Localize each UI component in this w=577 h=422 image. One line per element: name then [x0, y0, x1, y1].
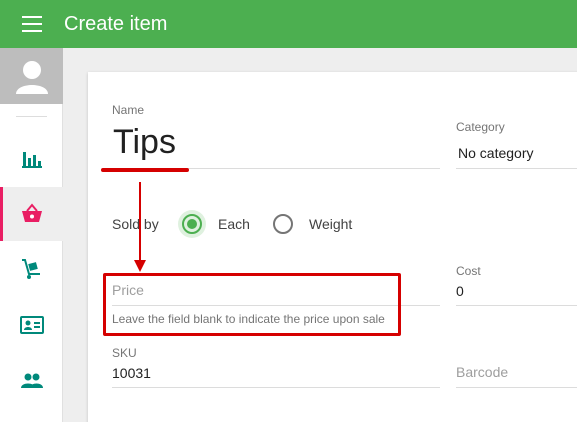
sold-by-weight-label[interactable]: Weight [309, 216, 352, 232]
app-bar: Create item [0, 0, 577, 48]
cost-input[interactable]: 0 [456, 283, 464, 299]
sidebar-item-employees[interactable] [0, 354, 63, 408]
category-underline [456, 168, 577, 169]
sold-by-each-radio[interactable] [182, 214, 202, 234]
category-label: Category [456, 120, 505, 134]
hand-truck-icon [22, 259, 40, 279]
cost-underline [456, 305, 577, 306]
barcode-underline [456, 387, 577, 388]
bar-chart-icon [22, 152, 42, 168]
sidebar [0, 48, 63, 422]
annotation-highlight-box [103, 273, 401, 336]
category-select[interactable]: No category [458, 145, 533, 161]
sidebar-item-inventory[interactable] [0, 242, 63, 296]
sku-label: SKU [112, 346, 137, 360]
basket-icon [22, 203, 42, 222]
avatar[interactable] [0, 48, 63, 104]
sku-underline [112, 387, 440, 388]
sku-input[interactable]: 10031 [112, 365, 151, 381]
annotation-underline [101, 168, 189, 172]
name-label: Name [112, 103, 145, 117]
sold-by-weight-radio[interactable] [273, 214, 293, 234]
user-avatar-icon [16, 61, 48, 94]
sidebar-item-items[interactable] [0, 187, 63, 241]
sold-by-each-label[interactable]: Each [218, 216, 250, 232]
people-icon [21, 373, 43, 388]
annotation-arrow-icon [134, 182, 146, 272]
menu-icon[interactable] [22, 16, 42, 32]
id-card-icon [20, 316, 44, 334]
page-title: Create item [64, 13, 168, 35]
sidebar-divider [16, 116, 47, 117]
cost-label: Cost [456, 264, 481, 278]
name-input[interactable]: Tips [113, 122, 176, 162]
sidebar-item-reports[interactable] [0, 132, 63, 186]
barcode-input[interactable]: Barcode [456, 364, 508, 380]
sidebar-item-customers[interactable] [0, 298, 63, 352]
